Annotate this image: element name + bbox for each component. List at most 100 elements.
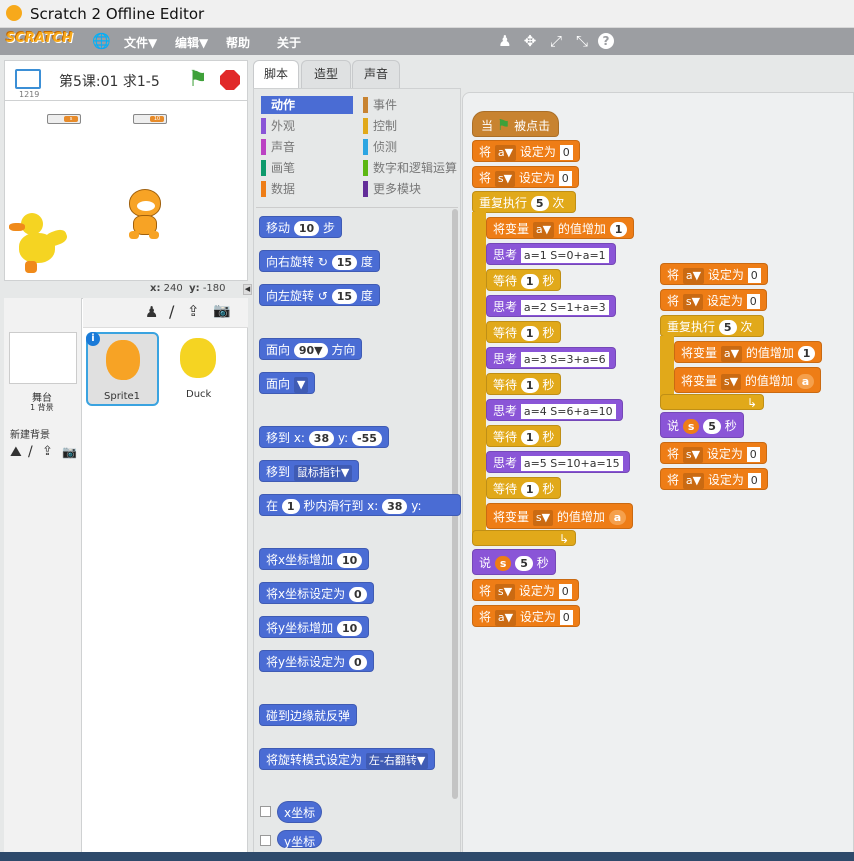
menu-file[interactable]: 文件▼: [124, 34, 157, 51]
stop-icon[interactable]: [220, 70, 240, 90]
change-a-block[interactable]: 将变量 a▼ 的值增加 1: [486, 217, 635, 239]
turn-right-icon: ↻: [317, 255, 328, 269]
block-y-position[interactable]: y坐标: [277, 830, 323, 849]
duplicate-stamp-icon[interactable]: ♟: [496, 31, 514, 51]
xpos-checkbox[interactable]: [260, 806, 271, 817]
wait-block-4[interactable]: 等待 1 秒: [486, 425, 562, 447]
block-turn-left[interactable]: 向左旋转 ↺ 15 度: [259, 284, 380, 306]
wait-block-1[interactable]: 等待 1 秒: [486, 269, 562, 291]
block-bounce[interactable]: 碰到边缘就反弹: [259, 704, 358, 726]
duck-sprite[interactable]: [7, 213, 71, 279]
delete-scissors-icon[interactable]: ✥: [521, 31, 539, 51]
sprite-library-icon[interactable]: ♟: [145, 303, 158, 321]
menu-about[interactable]: 关于: [277, 34, 301, 51]
block-x-position[interactable]: x坐标: [277, 801, 323, 823]
change-s-block[interactable]: 将变量 s▼ 的值增加 a: [486, 503, 634, 529]
camera-backdrop-icon[interactable]: 📷: [62, 445, 77, 459]
draw-backdrop-icon[interactable]: /: [28, 444, 33, 460]
chevron-down-icon[interactable]: ▼: [293, 376, 309, 393]
block-change-y[interactable]: 将y坐标增加 10: [259, 616, 370, 638]
globe-icon[interactable]: 🌐: [92, 32, 111, 50]
ypos-checkbox[interactable]: [260, 835, 271, 846]
stage-scroll-handle[interactable]: ◀: [243, 284, 252, 295]
menu-help[interactable]: 帮助: [226, 34, 250, 51]
category-more-blocks[interactable]: 更多模块: [363, 180, 459, 198]
category-sensing[interactable]: 侦测: [363, 138, 459, 156]
category-operators[interactable]: 数字和逻辑运算: [363, 159, 459, 177]
set-a-end-block[interactable]: 将 a▼ 设定为 0: [472, 605, 580, 627]
info-icon[interactable]: i: [86, 332, 100, 346]
wait-block-3[interactable]: 等待 1 秒: [486, 373, 562, 395]
mouse-coordinates: x: 240 y: -180: [150, 283, 226, 294]
set-a-block[interactable]: 将 a▼ 设定为 0: [472, 140, 580, 162]
paint-backdrop-icon[interactable]: ⛰: [10, 444, 22, 460]
block-goto-xy[interactable]: 移到 x: 38 y: -55: [259, 426, 389, 448]
stage-thumbnail[interactable]: [9, 332, 77, 384]
fullscreen-icon[interactable]: [15, 69, 41, 89]
grow-icon[interactable]: ⤢: [547, 31, 565, 51]
loop-arrow-icon: ↳: [746, 396, 757, 410]
menu-edit[interactable]: 编辑▼: [175, 34, 208, 51]
green-flag-icon[interactable]: ⚑: [188, 67, 208, 92]
category-control[interactable]: 控制: [363, 117, 459, 135]
set-s-end-block-2[interactable]: 将 s▼ 设定为 0: [660, 442, 767, 464]
category-data[interactable]: 数据: [261, 180, 353, 198]
block-goto-target[interactable]: 移到 鼠标指针▼: [259, 460, 360, 482]
new-sprite-toolbar: ♟ / ⇪ 📷: [83, 298, 248, 328]
project-title[interactable]: 第5课:01 求1-5: [59, 71, 160, 91]
set-s-end-block[interactable]: 将 s▼ 设定为 0: [472, 579, 579, 601]
os-taskbar: [0, 852, 854, 861]
shrink-icon[interactable]: ⤡: [573, 31, 591, 51]
block-rotation-style[interactable]: 将旋转模式设定为 左-右翻转▼: [259, 748, 436, 770]
block-set-y[interactable]: 将y坐标设定为 0: [259, 650, 374, 672]
cat-sprite[interactable]: [123, 189, 169, 243]
set-s-block-2[interactable]: 将 s▼ 设定为 0: [660, 289, 767, 311]
repeat-block[interactable]: 重复执行 5 次: [472, 191, 576, 213]
think-block-3[interactable]: 思考 a=3 S=3+a=6: [486, 347, 616, 369]
stage-column: 舞台 1 背景 新建背景 ⛰ / ⇪ 📷: [4, 298, 82, 858]
sprite1-thumbnail: [106, 340, 140, 380]
sprite-tile-duck[interactable]: Duck: [162, 332, 235, 406]
block-turn-right[interactable]: 向右旋转 ↻ 15 度: [259, 250, 380, 272]
category-motion[interactable]: 动作: [261, 96, 353, 114]
block-move-steps[interactable]: 移动 10 步: [259, 216, 342, 238]
paint-sprite-icon[interactable]: /: [169, 302, 174, 321]
tab-scripts[interactable]: 脚本: [253, 60, 299, 88]
camera-sprite-icon[interactable]: 📷: [213, 303, 230, 319]
think-block-2[interactable]: 思考 a=2 S=1+a=3: [486, 295, 616, 317]
change-a-block-2[interactable]: 将变量 a▼ 的值增加 1: [674, 341, 823, 363]
think-block-4[interactable]: 思考 a=4 S=6+a=10: [486, 399, 623, 421]
category-events[interactable]: 事件: [363, 96, 459, 114]
block-set-x[interactable]: 将x坐标设定为 0: [259, 582, 374, 604]
block-change-x[interactable]: 将x坐标增加 10: [259, 548, 370, 570]
wait-block-2[interactable]: 等待 1 秒: [486, 321, 562, 343]
sprite-tile-sprite1[interactable]: i Sprite1: [86, 332, 159, 406]
scratch-logo[interactable]: SCRATCH: [6, 31, 73, 51]
set-a-block-2[interactable]: 将 a▼ 设定为 0: [660, 263, 768, 285]
menu-bar: SCRATCH 🌐 文件▼ 编辑▼ 帮助 关于 ♟ ✥ ⤢ ⤡ ?: [0, 28, 854, 55]
say-block[interactable]: 说 s 5 秒: [472, 549, 556, 575]
category-pen[interactable]: 画笔: [261, 159, 353, 177]
green-flag-icon: ⚑: [496, 116, 511, 134]
upload-sprite-icon[interactable]: ⇪: [187, 302, 200, 320]
repeat-block-2[interactable]: 重复执行 5 次: [660, 315, 764, 337]
upload-backdrop-icon[interactable]: ⇪: [42, 444, 53, 459]
category-looks[interactable]: 外观: [261, 117, 353, 135]
block-point-towards[interactable]: 面向 ▼: [259, 372, 316, 394]
say-block-2[interactable]: 说 s 5 秒: [660, 412, 744, 438]
wait-block-5[interactable]: 等待 1 秒: [486, 477, 562, 499]
set-a-end-block-2[interactable]: 将 a▼ 设定为 0: [660, 468, 768, 490]
think-block-5[interactable]: 思考 a=5 S=10+a=15: [486, 451, 630, 473]
set-s-block[interactable]: 将 s▼ 设定为 0: [472, 166, 579, 188]
help-icon[interactable]: ?: [598, 33, 614, 49]
stage[interactable]: s 10: [4, 100, 248, 281]
think-block-1[interactable]: 思考 a=1 S=0+a=1: [486, 243, 616, 265]
tab-costumes[interactable]: 造型: [301, 60, 351, 88]
block-glide[interactable]: 在 1 秒内滑行到 x: 38 y:: [259, 494, 461, 516]
tab-sounds[interactable]: 声音: [352, 60, 400, 88]
change-s-block-2[interactable]: 将变量 s▼ 的值增加 a: [674, 367, 822, 393]
category-sound[interactable]: 声音: [261, 138, 353, 156]
block-point-direction[interactable]: 面向 90▼ 方向: [259, 338, 363, 360]
when-flag-clicked-hat[interactable]: 当 ⚑ 被点击: [472, 111, 560, 137]
repeat-block-2-end: ↳: [660, 394, 764, 410]
